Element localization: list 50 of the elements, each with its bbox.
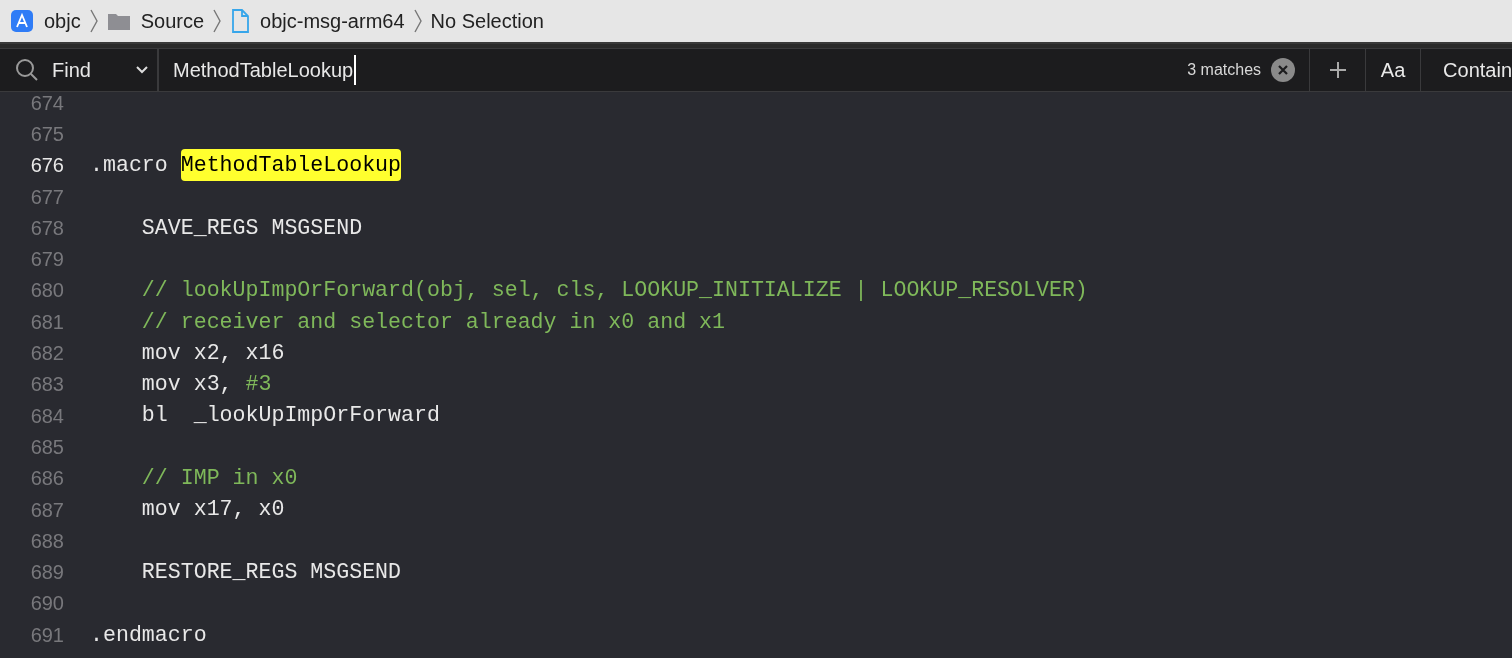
code-text: mov x2, x16 — [140, 339, 285, 367]
breadcrumb-item[interactable]: objc-msg-arm64 — [260, 6, 405, 36]
code-comment: // IMP in x0 — [140, 465, 298, 492]
search-field[interactable]: MethodTableLookup — [158, 49, 1188, 91]
line-number: 677 — [29, 184, 64, 210]
code-text: RESTORE_REGS MSGSEND — [140, 558, 401, 586]
chevron-right-icon — [412, 8, 423, 34]
clear-icon[interactable] — [1271, 58, 1296, 82]
line-number: 675 — [29, 121, 64, 147]
line-number: 690 — [29, 591, 64, 617]
breadcrumb-item[interactable]: No Selection — [430, 6, 544, 36]
code-text: #3 — [245, 371, 272, 399]
chevron-right-icon — [212, 8, 223, 34]
find-mode-dropdown[interactable]: Find — [52, 55, 149, 85]
line-number: 684 — [29, 403, 64, 429]
line-number: 689 — [29, 560, 64, 586]
line-number: 679 — [29, 247, 64, 273]
line-number: 682 — [29, 341, 64, 366]
breadcrumb-item[interactable]: Source — [140, 6, 205, 36]
code-text: mov x3, — [140, 371, 234, 399]
chevron-right-icon — [88, 8, 99, 34]
line-number: 681 — [29, 309, 64, 335]
code-text: bl _lookUpImpOrForward — [140, 402, 440, 430]
code-text: mov x17, x0 — [140, 496, 285, 524]
match-case-button[interactable]: Aa — [1365, 49, 1421, 91]
chevron-down-icon — [134, 65, 149, 75]
line-number: 691 — [29, 622, 64, 648]
match-mode-dropdown[interactable]: Contain — [1420, 49, 1512, 91]
line-number: 685 — [29, 434, 64, 460]
line-number: 674 — [29, 92, 64, 116]
app-icon — [10, 9, 34, 33]
code-text: .macro — [90, 152, 169, 180]
search-icon — [14, 57, 40, 83]
line-number: 680 — [29, 278, 64, 304]
line-number: 683 — [29, 372, 64, 398]
plus-icon — [1327, 60, 1348, 80]
code-comment: // receiver and selector already in x0 and x1 — [140, 308, 725, 336]
line-number: 686 — [29, 466, 64, 492]
line-number: 676 — [29, 153, 64, 179]
breadcrumb-item[interactable]: objc — [44, 6, 81, 36]
folder-icon — [106, 11, 131, 31]
match-count: 3 matches — [1187, 60, 1262, 80]
search-highlight: MethodTableLookup — [180, 149, 401, 182]
code-text: .endmacro — [90, 621, 207, 649]
file-icon — [230, 9, 251, 33]
line-number: 687 — [29, 497, 64, 523]
line-number: 688 — [29, 528, 64, 554]
code-comment: // lookUpImpOrForward(obj, sel, cls, LOOKUP_INITIALIZE | LOOKUP_RESOLVER) — [140, 277, 1088, 305]
code-text: SAVE_REGS MSGSEND — [140, 214, 363, 242]
line-number: 678 — [29, 215, 64, 241]
